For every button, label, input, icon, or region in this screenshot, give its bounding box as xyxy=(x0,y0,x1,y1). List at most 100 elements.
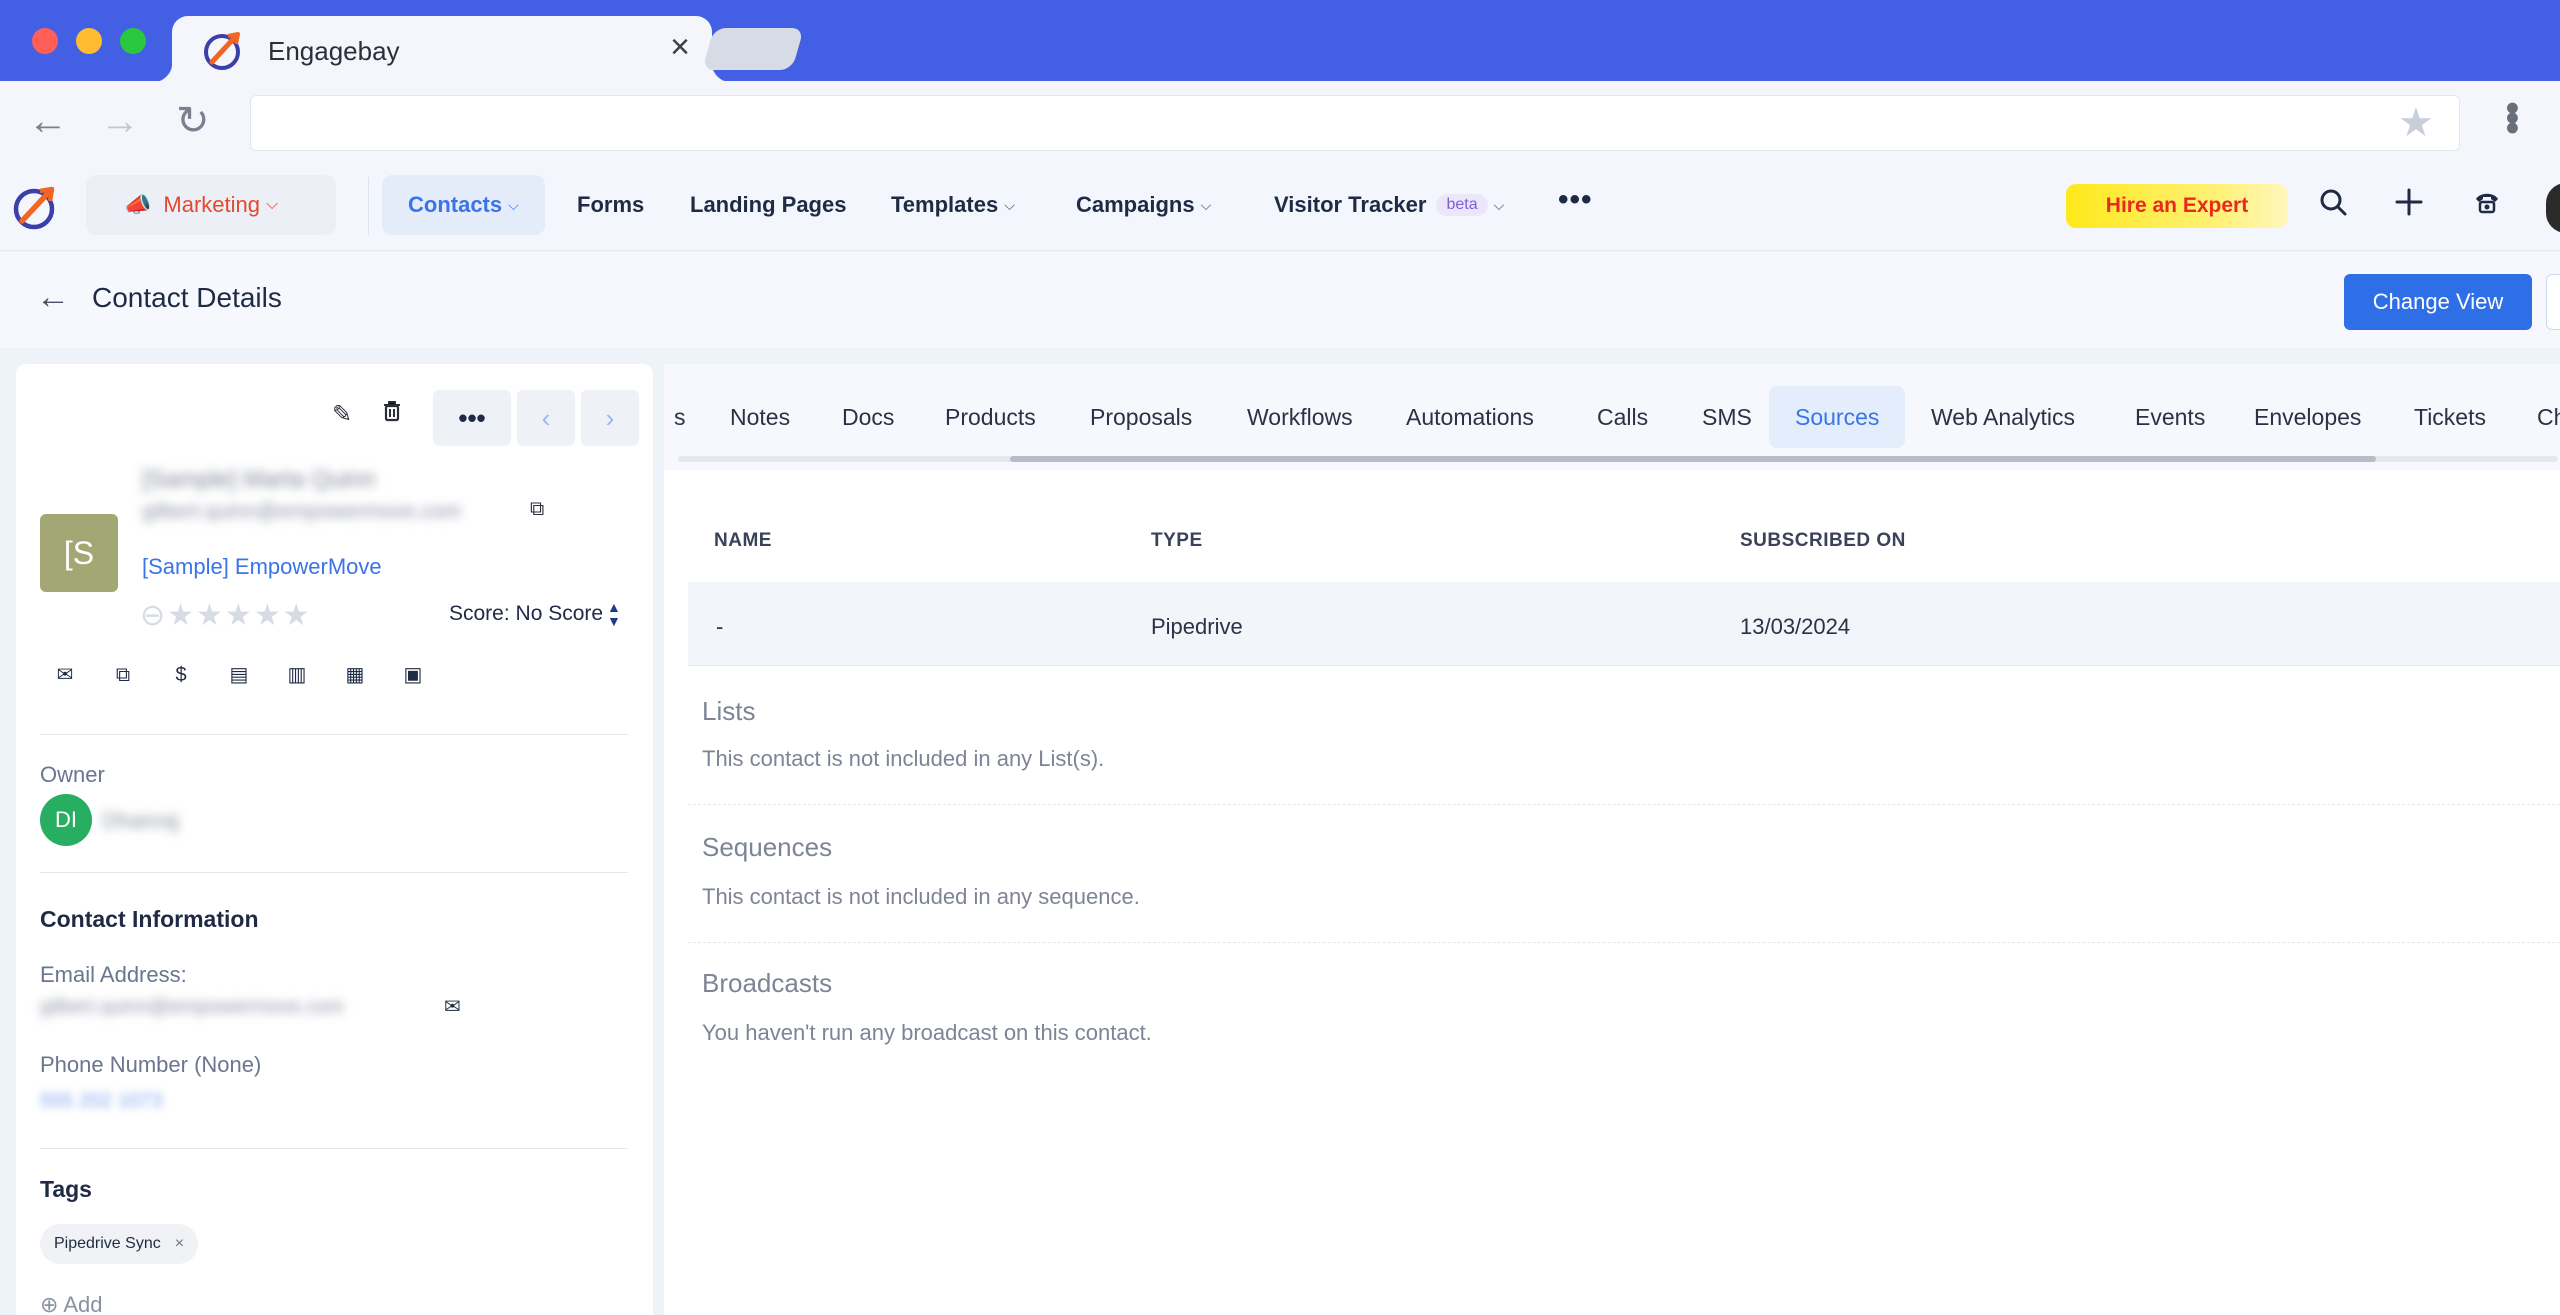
phone-icon[interactable] xyxy=(2472,187,2502,224)
tab-notes[interactable]: Notes xyxy=(730,386,790,448)
owner-label: Owner xyxy=(40,762,105,787)
user-avatar[interactable] xyxy=(2546,183,2560,233)
phone-number-value[interactable]: 555 202 1073 xyxy=(40,1090,162,1113)
url-input[interactable] xyxy=(250,95,2460,151)
ticket-icon[interactable]: ▣ xyxy=(402,664,424,686)
search-icon[interactable] xyxy=(2318,187,2348,224)
score-sort-icon[interactable]: ▲ ▼ xyxy=(607,600,621,628)
contact-email: gilbert.quinn@empowermove.com xyxy=(142,500,461,523)
add-icon[interactable] xyxy=(2394,187,2424,224)
tab-workflows[interactable]: Workflows xyxy=(1247,386,1353,448)
calendar-icon[interactable]: ▦ xyxy=(344,664,366,686)
bookmark-star-icon[interactable]: ★ xyxy=(2398,103,2434,143)
divider xyxy=(40,734,628,735)
tab-sources[interactable]: Sources xyxy=(1769,386,1906,448)
page-title: Contact Details xyxy=(92,282,282,313)
tab-partial-end[interactable]: Ch xyxy=(2537,386,2560,448)
engagebay-logo-icon xyxy=(204,32,240,70)
tab-envelopes[interactable]: Envelopes xyxy=(2254,386,2361,448)
tag-label: Pipedrive Sync xyxy=(54,1235,161,1252)
add-tag-button[interactable]: ⊕ Add xyxy=(40,1292,102,1315)
nav-forms[interactable]: Forms xyxy=(577,175,644,235)
trash-icon[interactable] xyxy=(382,400,402,428)
lists-empty-text: This contact is not included in any List… xyxy=(702,746,1105,771)
sequences-heading: Sequences xyxy=(702,832,833,862)
table-row xyxy=(688,582,2560,666)
chevron-down-icon: ⌵ xyxy=(1493,196,1505,213)
nav-contacts[interactable]: Contacts ⌵ xyxy=(382,175,545,235)
broadcasts-heading: Broadcasts xyxy=(702,968,833,998)
tags-heading: Tags xyxy=(40,1176,92,1202)
tab-partial[interactable]: s xyxy=(674,386,686,448)
maximize-window-button[interactable] xyxy=(120,28,146,54)
email-icon[interactable]: ✉ xyxy=(54,664,76,686)
divider xyxy=(688,804,2560,805)
beta-badge: beta xyxy=(1436,194,1488,216)
tab-proposals[interactable]: Proposals xyxy=(1090,386,1192,448)
contact-detail-panel: s Notes Docs Products Proposals Workflow… xyxy=(664,364,2560,1315)
divider xyxy=(40,1148,628,1149)
send-email-icon[interactable]: ✉ xyxy=(444,994,461,1019)
score-label: Score: No Score xyxy=(449,602,604,625)
tab-docs[interactable]: Docs xyxy=(842,386,894,448)
tabs-scrollbar-thumb[interactable] xyxy=(1010,456,2376,462)
document-icon[interactable]: ▤ xyxy=(228,664,250,686)
copy-contact-icon[interactable]: ⧉ xyxy=(112,664,134,686)
secondary-header-button[interactable] xyxy=(2546,274,2560,330)
browser-toolbar: ← → ↻ ★ ••• xyxy=(0,81,2560,161)
nav-templates-label: Templates xyxy=(891,192,999,217)
remove-tag-icon[interactable]: × xyxy=(175,1235,184,1253)
tab-products[interactable]: Products xyxy=(945,386,1036,448)
module-switcher[interactable]: 📣 Marketing ⌵ xyxy=(86,175,336,235)
tab-calls[interactable]: Calls xyxy=(1597,386,1648,448)
edit-icon[interactable]: ✎ xyxy=(332,400,352,429)
owner-name: Dhanraj xyxy=(102,808,180,833)
close-window-button[interactable] xyxy=(32,28,58,54)
nav-landing-pages[interactable]: Landing Pages xyxy=(690,175,846,235)
tab-sms[interactable]: SMS xyxy=(1702,386,1752,448)
phone-number-label: Phone Number (None) xyxy=(40,1052,262,1077)
back-arrow-icon[interactable]: ← xyxy=(36,278,70,317)
browser-tab[interactable]: Engagebay × xyxy=(152,16,732,82)
browser-menu-icon[interactable]: ••• xyxy=(2490,101,2534,131)
app-navbar: 📣 Marketing ⌵ Contacts ⌵ Forms Landing P… xyxy=(0,161,2560,251)
contact-sidebar: ✎ ••• ‹ › [Sample] Marta Quinn gilbert.q… xyxy=(16,364,653,1315)
browser-reload-icon[interactable]: ↻ xyxy=(176,101,210,141)
tab-events[interactable]: Events xyxy=(2135,386,2205,448)
email-address-value[interactable]: gilbert.quinn@empowermove.com xyxy=(40,996,344,1019)
source-name-cell: - xyxy=(716,614,724,639)
megaphone-icon: 📣 xyxy=(124,192,152,217)
tab-web-analytics[interactable]: Web Analytics xyxy=(1931,386,2075,448)
nav-templates[interactable]: Templates ⌵ xyxy=(891,175,1015,235)
new-tab-button[interactable] xyxy=(701,28,805,70)
nav-contacts-label: Contacts xyxy=(408,192,503,217)
nav-campaigns[interactable]: Campaigns ⌵ xyxy=(1076,175,1211,235)
source-type-cell: Pipedrive xyxy=(1151,614,1243,639)
tab-tickets[interactable]: Tickets xyxy=(2414,386,2486,448)
nav-visitor-tracker-label: Visitor Tracker xyxy=(1274,192,1427,217)
copy-icon[interactable]: ⧉ xyxy=(530,498,544,521)
company-link[interactable]: [Sample] EmpowerMove xyxy=(142,554,382,580)
next-contact-button[interactable]: › xyxy=(581,390,639,446)
tab-automations[interactable]: Automations xyxy=(1406,386,1534,448)
column-header-type: TYPE xyxy=(1151,530,1203,551)
star-rating[interactable]: ⊖★★★★★ xyxy=(140,598,312,633)
more-actions-button[interactable]: ••• xyxy=(433,390,511,446)
contact-info-heading: Contact Information xyxy=(40,906,259,932)
owner-avatar[interactable]: DI xyxy=(40,794,92,846)
previous-contact-button[interactable]: ‹ xyxy=(517,390,575,446)
hire-expert-button[interactable]: Hire an Expert xyxy=(2066,184,2288,228)
browser-forward-icon[interactable]: → xyxy=(100,101,140,141)
module-label: Marketing xyxy=(163,192,260,217)
contact-action-bar: ✉ ⧉ $ ▤ ▥ ▦ ▣ xyxy=(54,664,424,686)
engagebay-logo-icon[interactable] xyxy=(10,181,62,233)
nav-visitor-tracker[interactable]: Visitor Tracker beta ⌵ xyxy=(1274,175,1504,235)
more-nav-icon[interactable]: ••• xyxy=(1558,183,1593,217)
change-view-button[interactable]: Change View xyxy=(2344,274,2532,330)
tab-close-icon[interactable]: × xyxy=(670,30,690,64)
minimize-window-button[interactable] xyxy=(76,28,102,54)
browser-back-icon[interactable]: ← xyxy=(28,101,68,141)
note-icon[interactable]: ▥ xyxy=(286,664,308,686)
chevron-down-icon: ⌵ xyxy=(1200,196,1212,213)
deal-icon[interactable]: $ xyxy=(170,664,192,686)
